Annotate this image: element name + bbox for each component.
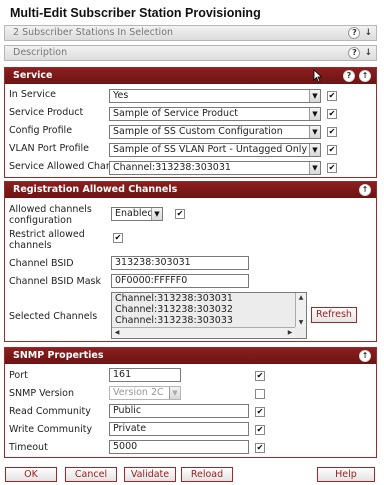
timeout-label: Timeout (9, 442, 48, 453)
collapse-icon[interactable]: ↑ (359, 184, 371, 196)
help-button[interactable]: Help (317, 467, 375, 482)
read-community-input[interactable]: Public (109, 404, 249, 418)
config-profile-label: Config Profile (9, 125, 73, 136)
description-bar[interactable]: Description ? ↓ (4, 45, 377, 61)
service-header-label: Service (13, 70, 53, 81)
scroll-right-icon[interactable]: ▶ (285, 329, 295, 336)
dropdown-arrow-icon[interactable]: ▼ (169, 387, 180, 399)
mouse-cursor-icon (313, 69, 323, 83)
horizontal-scrollbar[interactable]: ◀ ▶ (112, 327, 295, 338)
snmp-version-checkbox[interactable] (255, 389, 265, 399)
help-icon[interactable]: ? (343, 70, 355, 82)
in-service-value: Yes (113, 90, 129, 101)
snmp-version-value: Version 2C (113, 387, 164, 398)
page-title: Multi-Edit Subscriber Station Provisioni… (10, 6, 261, 20)
allowed-channels-value: Enabled (115, 208, 154, 219)
footer-toolbar: OK Cancel Validate Reload Help (0, 463, 384, 485)
in-service-checkbox[interactable] (327, 91, 337, 101)
dropdown-arrow-icon[interactable]: ▼ (309, 162, 320, 174)
read-community-label: Read Community (9, 406, 91, 417)
help-icon[interactable]: ? (348, 27, 361, 39)
config-profile-select[interactable]: Sample of SS Custom Configuration ▼ (109, 125, 321, 139)
allowed-channels-label: Allowed channels configuration (9, 204, 92, 226)
in-service-select[interactable]: Yes ▼ (109, 89, 321, 103)
service-allowed-channel-checkbox[interactable] (327, 163, 337, 173)
service-allowed-channel-select[interactable]: Channel:313238:303031 ▼ (109, 161, 321, 175)
expand-chevron-icon[interactable]: ↓ (364, 27, 372, 39)
in-service-label: In Service (9, 89, 56, 100)
list-item[interactable]: Channel:313238:303031 (112, 293, 306, 304)
allowed-channels-select[interactable]: Enabled ▼ (111, 207, 163, 221)
vertical-scrollbar[interactable]: ▲ ▼ (295, 293, 306, 327)
service-product-label: Service Product (9, 107, 84, 118)
config-profile-checkbox[interactable] (327, 127, 337, 137)
collapse-icon[interactable]: ↑ (359, 70, 371, 82)
dropdown-arrow-icon[interactable]: ▼ (151, 208, 162, 220)
description-bar-label: Description (13, 47, 68, 58)
write-community-checkbox[interactable] (255, 425, 265, 435)
port-checkbox[interactable] (255, 371, 265, 381)
read-community-checkbox[interactable] (255, 407, 265, 417)
scroll-left-icon[interactable]: ◀ (112, 329, 122, 336)
port-label: Port (9, 370, 28, 381)
service-product-checkbox[interactable] (327, 109, 337, 119)
validate-button[interactable]: Validate (124, 467, 176, 482)
port-input[interactable]: 161 (109, 368, 181, 382)
scroll-down-icon[interactable]: ▼ (296, 319, 306, 326)
expand-chevron-icon[interactable]: ↓ (364, 47, 372, 59)
write-community-label: Write Community (9, 424, 93, 435)
dropdown-arrow-icon[interactable]: ▼ (309, 126, 320, 138)
channel-bsid-mask-label: Channel BSID Mask (9, 276, 102, 287)
selection-bar-label: 2 Subscriber Stations In Selection (13, 27, 174, 38)
restrict-allowed-checkbox[interactable] (113, 233, 123, 243)
vlan-port-profile-select[interactable]: Sample of SS VLAN Port - Untagged Only ▼ (109, 143, 321, 157)
snmp-panel: SNMP Properties ↑ Port 161 SNMP Version … (4, 347, 377, 458)
vlan-port-profile-value: Sample of SS VLAN Port - Untagged Only (113, 144, 308, 155)
list-item[interactable]: Channel:313238:303033 (112, 315, 306, 326)
write-community-input[interactable]: Private (109, 422, 249, 436)
ok-button[interactable]: OK (5, 467, 57, 482)
channel-bsid-input[interactable]: 313238:303031 (111, 256, 249, 270)
registration-panel: Registration Allowed Channels ↑ Allowed … (4, 181, 377, 342)
service-allowed-channel-value: Channel:313238:303031 (113, 162, 231, 173)
snmp-version-select[interactable]: Version 2C ▼ (109, 386, 181, 400)
registration-header[interactable]: Registration Allowed Channels ↑ (5, 182, 376, 198)
selected-channels-listbox[interactable]: Channel:313238:303031 Channel:313238:303… (111, 292, 307, 339)
selection-bar[interactable]: 2 Subscriber Stations In Selection ? ↓ (4, 25, 377, 41)
snmp-header[interactable]: SNMP Properties ↑ (5, 348, 376, 364)
channel-bsid-label: Channel BSID (9, 258, 74, 269)
channel-bsid-mask-input[interactable]: 0F0000:FFFFF0 (111, 274, 249, 288)
vlan-port-profile-checkbox[interactable] (327, 145, 337, 155)
restrict-allowed-label: Restrict allowed channels (9, 229, 85, 251)
dropdown-arrow-icon[interactable]: ▼ (309, 90, 320, 102)
refresh-button[interactable]: Refresh (311, 307, 357, 323)
reload-button[interactable]: Reload (181, 467, 233, 482)
allowed-channels-checkbox[interactable] (175, 209, 185, 219)
config-profile-value: Sample of SS Custom Configuration (113, 126, 283, 137)
service-product-select[interactable]: Sample of Service Product ▼ (109, 107, 321, 121)
dropdown-arrow-icon[interactable]: ▼ (309, 108, 320, 120)
help-icon[interactable]: ? (348, 47, 361, 59)
collapse-icon[interactable]: ↑ (359, 350, 371, 362)
dropdown-arrow-icon[interactable]: ▼ (309, 144, 320, 156)
registration-header-label: Registration Allowed Channels (13, 184, 178, 195)
selected-channels-label: Selected Channels (9, 311, 98, 322)
snmp-header-label: SNMP Properties (13, 350, 104, 361)
service-panel: Service ? ↑ In Service Yes ▼ Service Pro… (4, 67, 377, 178)
cancel-button[interactable]: Cancel (65, 467, 117, 482)
service-product-value: Sample of Service Product (113, 108, 239, 119)
timeout-checkbox[interactable] (255, 443, 265, 453)
vlan-port-profile-label: VLAN Port Profile (9, 143, 90, 154)
timeout-input[interactable]: 5000 (109, 440, 249, 454)
list-item[interactable]: Channel:313238:303032 (112, 304, 306, 315)
snmp-version-label: SNMP Version (9, 388, 75, 399)
scroll-up-icon[interactable]: ▲ (296, 294, 306, 301)
